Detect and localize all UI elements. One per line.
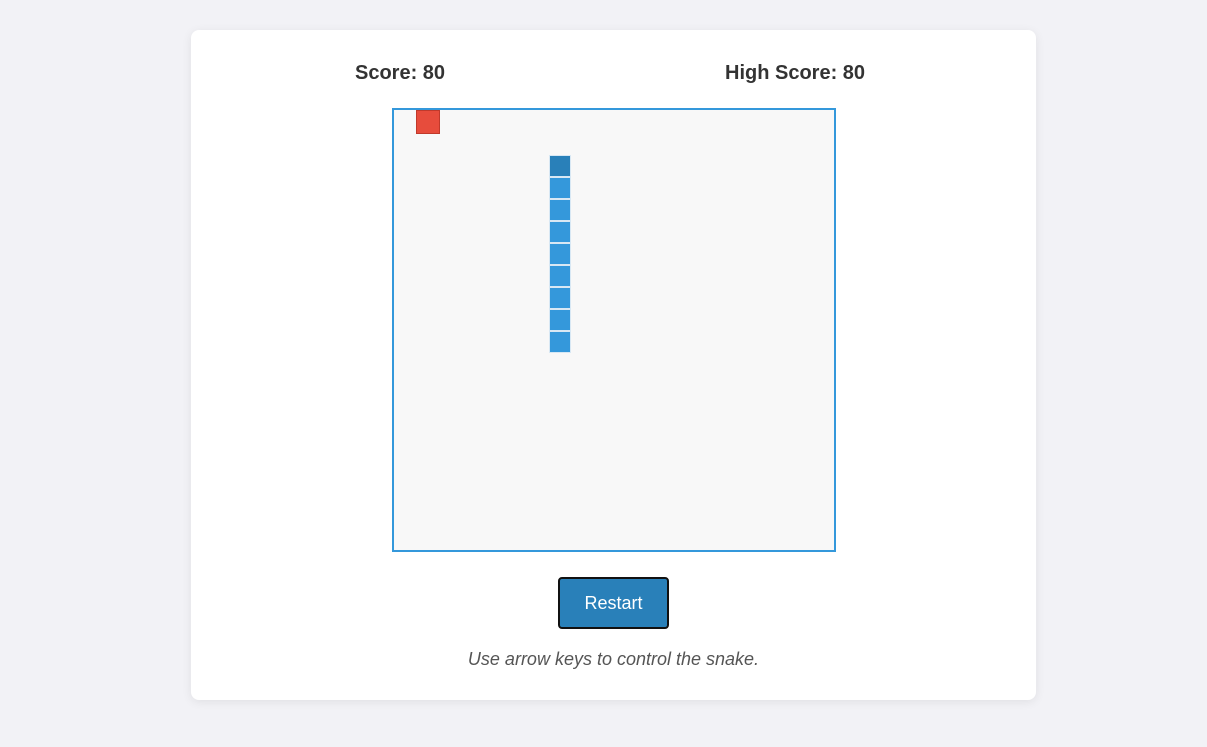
game-board[interactable] — [392, 108, 836, 552]
snake-segment — [549, 243, 571, 265]
snake-segment — [549, 309, 571, 331]
restart-button[interactable]: Restart — [558, 577, 669, 629]
high-score-display: High Score: 80 — [725, 62, 866, 84]
snake-segment — [549, 287, 571, 309]
snake-segment — [549, 177, 571, 199]
snake-head — [549, 155, 571, 177]
snake-segment — [549, 265, 571, 287]
snake-segment — [549, 199, 571, 221]
snake-segment — [549, 331, 571, 353]
instructions-text: Use arrow keys to control the snake. — [467, 649, 760, 669]
food-pellet — [416, 110, 440, 134]
game-card: Score: 80 High Score: 80 Restart Use arr… — [191, 30, 1036, 700]
snake-segment — [549, 221, 571, 243]
score-display: Score: 80 — [355, 62, 446, 84]
